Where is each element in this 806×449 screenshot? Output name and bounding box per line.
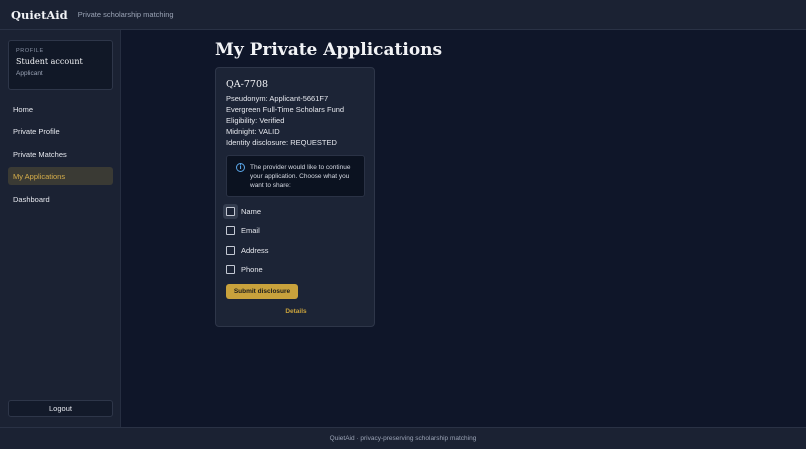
- share-phone-checkbox[interactable]: [226, 264, 235, 274]
- share-address-option[interactable]: Address: [226, 244, 269, 256]
- profile-name: Student account: [16, 57, 83, 66]
- application-eligibility: Eligibility: Verified: [226, 116, 285, 125]
- sidebar: PROFILE Student account Applicant Home P…: [0, 30, 121, 427]
- share-address-label: Address: [241, 245, 269, 255]
- sidebar-item-dashboard[interactable]: Dashboard: [8, 190, 113, 208]
- share-email-option[interactable]: Email: [226, 224, 260, 236]
- share-name-checkbox[interactable]: [226, 206, 235, 216]
- logout-button[interactable]: Logout: [8, 400, 113, 417]
- application-identity-disclosure: Identity disclosure: REQUESTED: [226, 138, 337, 147]
- brand-logo[interactable]: QuietAid: [11, 8, 68, 22]
- application-card: QA-7708 Pseudonym: Applicant-5661F7 Ever…: [215, 67, 375, 327]
- share-name-label: Name: [241, 206, 262, 216]
- sidebar-item-my-applications[interactable]: My Applications: [8, 167, 113, 185]
- share-address-checkbox[interactable]: [226, 245, 235, 255]
- sidebar-item-private-profile[interactable]: Private Profile: [8, 122, 113, 140]
- submit-disclosure-button[interactable]: Submit disclosure: [226, 284, 298, 299]
- brand-tagline: Private scholarship matching: [77, 10, 174, 19]
- footer-text: QuietAid · privacy-preserving scholarshi…: [329, 435, 477, 442]
- page-title: My Private Applications: [215, 40, 443, 60]
- profile-card: PROFILE Student account Applicant: [8, 40, 113, 90]
- share-email-checkbox[interactable]: [226, 225, 235, 235]
- application-id: QA-7708: [226, 79, 269, 90]
- details-link[interactable]: Details: [216, 308, 376, 315]
- top-bar: QuietAid Private scholarship matching: [0, 0, 806, 30]
- footer: QuietAid · privacy-preserving scholarshi…: [0, 427, 806, 449]
- share-email-label: Email: [241, 225, 260, 235]
- application-midnight-status: Midnight: VALID: [226, 127, 280, 136]
- profile-role: Applicant: [16, 70, 43, 77]
- application-fund: Evergreen Full-Time Scholars Fund: [226, 105, 345, 114]
- sidebar-item-private-matches[interactable]: Private Matches: [8, 145, 113, 163]
- sidebar-item-home[interactable]: Home: [8, 100, 113, 118]
- disclosure-notice-text: The provider would like to continue your…: [250, 164, 351, 189]
- profile-kicker: PROFILE: [16, 48, 44, 54]
- share-name-option[interactable]: Name: [226, 205, 261, 217]
- share-phone-label: Phone: [241, 264, 263, 274]
- share-phone-option[interactable]: Phone: [226, 263, 263, 275]
- info-icon: i: [236, 163, 245, 172]
- application-pseudonym: Pseudonym: Applicant-5661F7: [226, 94, 329, 103]
- disclosure-notice: i The provider would like to continue yo…: [226, 155, 365, 197]
